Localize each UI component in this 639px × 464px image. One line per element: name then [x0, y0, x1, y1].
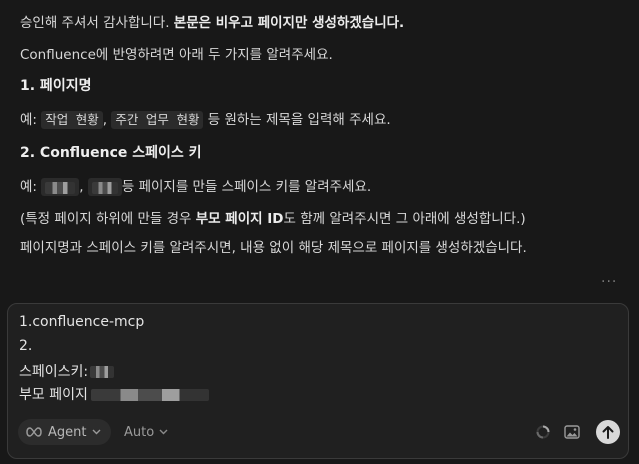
ex2-sep: ,	[79, 179, 88, 195]
send-button[interactable]	[596, 420, 620, 444]
message-composer[interactable]: 1.confluence-mcp 2. 스페이스키: 부모 페이지 Agent …	[7, 303, 629, 459]
composer-line-1: 1.confluence-mcp	[19, 314, 145, 330]
agent-mode-button[interactable]: Agent	[18, 419, 112, 445]
ex2-prefix: 예:	[20, 179, 42, 195]
model-select[interactable]: Auto	[124, 419, 168, 445]
model-label: Auto	[124, 424, 155, 440]
space-key-label: 스페이스키:	[19, 364, 89, 380]
composer-line-3: 스페이스키:	[19, 361, 115, 381]
note-prefix: (특정 페이지 하위에 만들 경우	[20, 211, 196, 227]
assistant-line-2: Confluence에 반영하려면 아래 두 가지를 알려주세요.	[20, 47, 333, 63]
agent-label: Agent	[48, 424, 87, 440]
note-bold: 부모 페이지 ID	[195, 211, 284, 227]
example-space-key: 예: , 등 페이지를 만들 스페이스 키를 알려주세요.	[20, 175, 371, 196]
redacted-parent-page-id	[90, 389, 209, 401]
ex1-suffix: 등 원하는 제목을 입력해 주세요.	[203, 112, 391, 128]
arrow-up-icon	[602, 426, 614, 439]
example-page-name: 예: 작업 현황, 주간 업무 현황 등 원하는 제목을 입력해 주세요.	[20, 108, 391, 129]
parent-page-label: 부모 페이지	[19, 387, 88, 403]
heading-space-key: 2. Confluence 스페이스 키	[20, 145, 202, 161]
ex2-suffix: 등 페이지를 만들 스페이스 키를 알려주세요.	[121, 179, 372, 195]
composer-line-2: 2.	[19, 338, 33, 354]
line1-bold: 본문은 비우고 페이지만 생성하겠습니다.	[173, 15, 405, 31]
composer-line-4: 부모 페이지	[19, 384, 209, 404]
code-redacted-2	[87, 178, 122, 196]
ex1-prefix: 예:	[20, 112, 42, 128]
redacted-space-key	[90, 366, 115, 378]
assistant-line-1: 승인해 주셔서 감사합니다. 본문은 비우고 페이지만 생성하겠습니다.	[20, 11, 404, 31]
parent-page-note: (특정 페이지 하위에 만들 경우 부모 페이지 ID도 함께 알려주시면 그 …	[20, 207, 526, 227]
image-attach-icon[interactable]	[564, 425, 580, 439]
ex1-sep: ,	[102, 112, 112, 128]
chat-transcript: 승인해 주셔서 감사합니다. 본문은 비우고 페이지만 생성하겠습니다. Con…	[0, 0, 639, 300]
more-options-icon[interactable]: ···	[601, 274, 617, 290]
chevron-down-icon	[159, 429, 168, 435]
chevron-down-icon	[92, 429, 101, 435]
line1-text: 승인해 주셔서 감사합니다.	[20, 15, 174, 31]
loading-spinner-icon	[536, 425, 550, 439]
infinity-icon	[26, 427, 42, 437]
code-redacted-1	[41, 178, 80, 196]
note-suffix: 도 함께 알려주시면 그 아래에 생성합니다.)	[283, 211, 526, 227]
code-weekly-status: 주간 업무 현황	[111, 111, 204, 129]
heading-page-name: 1. 페이지명	[20, 78, 92, 94]
code-work-status: 작업 현황	[41, 111, 103, 129]
closing-line: 페이지명과 스페이스 키를 알려주시면, 내용 없이 해당 제목으로 페이지를 …	[20, 240, 527, 256]
